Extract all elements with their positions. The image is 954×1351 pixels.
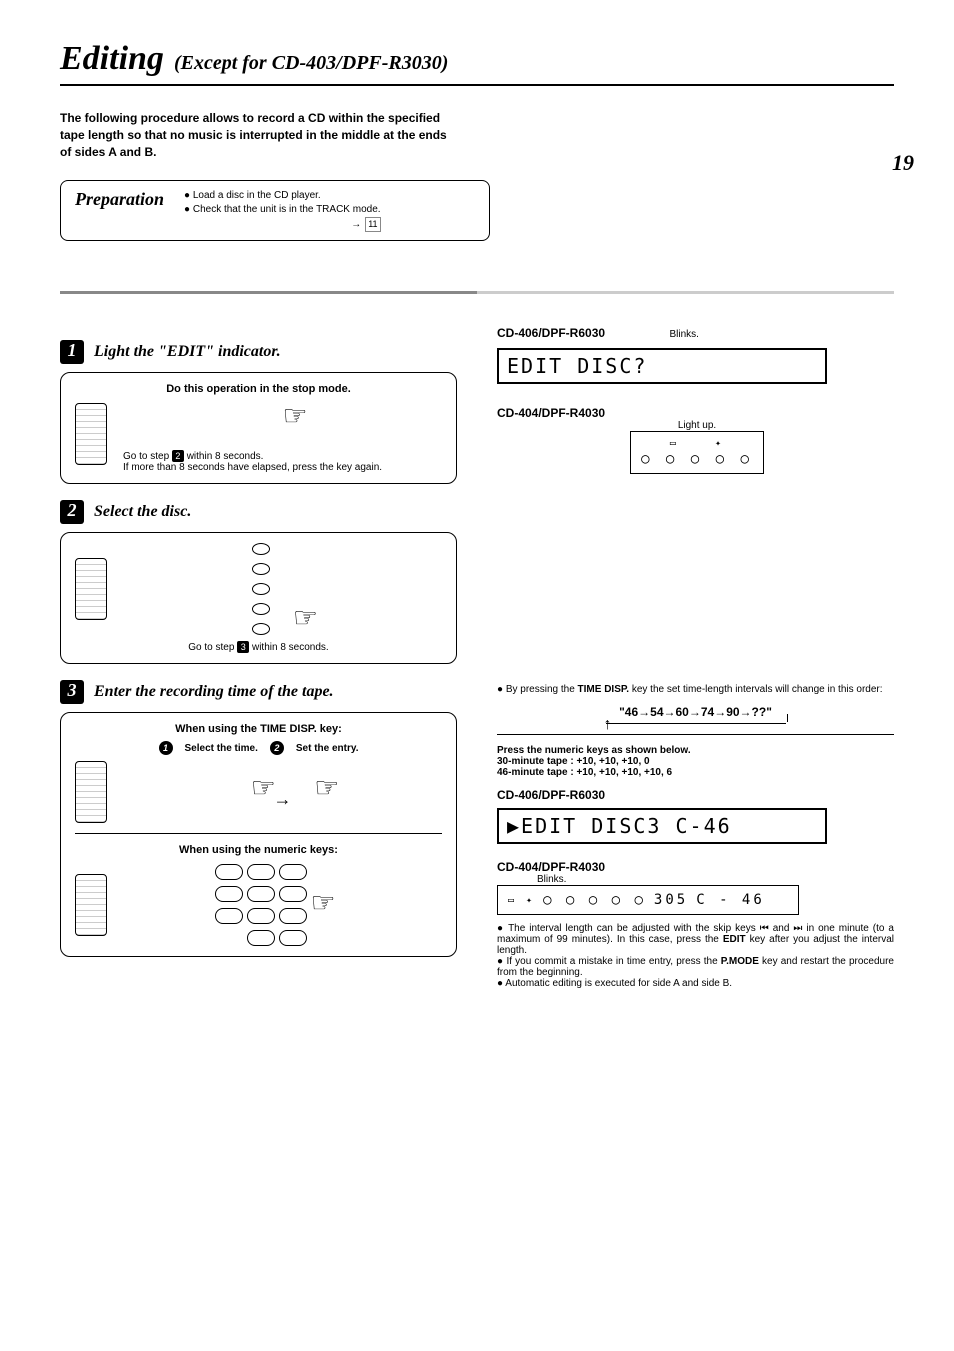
time-sequence: "46→54→60→74→90→??" [619,705,772,719]
page-title-row: Editing (Except for CD-403/DPF-R3030) [60,40,894,86]
time-disp-note: ● By pressing the TIME DISP. key the set… [497,684,894,695]
preparation-heading: Preparation [75,189,164,232]
blinks-label: Blinks. [670,329,699,340]
substep-1-label: Select the time. [185,743,258,754]
hand-press-icon [311,890,351,920]
step-1-note: Go to step 2 within 8 seconds. If more t… [123,450,442,473]
numeric-keypad-icon [215,864,305,946]
preparation-box: Preparation Load a disc in the CD player… [60,180,490,241]
remote-icon [75,761,107,823]
lightup-label: Light up. [597,420,797,431]
display-num: 305 [654,892,688,908]
bullet-3: ● Automatic editing is executed for side… [497,978,894,989]
hand-press-icon [294,775,334,805]
step-1-title: Light the "EDIT" indicator. [94,343,281,361]
step-ref-badge-2: 2 [172,450,184,462]
preparation-list: Load a disc in the CD player. Check that… [184,189,381,232]
display-edit-disc3: ▶EDIT DISC3 C-46 [497,808,827,844]
step-2-note: Go to step 3 within 8 seconds. [75,641,442,653]
model-label-3: CD-406/DPF-R6030 [497,788,894,802]
ref-page-box: 11 [365,217,380,232]
step-1-badge: 1 [60,340,84,364]
hand-press-icon [231,775,271,805]
display-c46: C - 46 [696,892,765,908]
led-dots: ○ ○ ○ ○ ○ [543,892,646,908]
substep-2-label: Set the entry. [296,743,359,754]
display-edit-disc: EDIT DISC? [497,348,827,384]
blinks-label-2: Blinks. [537,874,894,885]
remote-icon [75,874,107,936]
ref-arrow: → [351,219,361,230]
prep-item-1: Load a disc in the CD player. [184,189,381,203]
step-2-header: 2 Select the disc. [60,500,457,524]
led-dots-icon [641,451,753,467]
step-3-badge: 3 [60,680,84,704]
remote-icon [75,558,107,620]
step-3-time-heading: When using the TIME DISP. key: [75,723,442,735]
display-panel-4030: ▭ ✦ ○ ○ ○ ○ ○ 305 C - 46 [497,885,799,915]
disc-buttons-icon [252,543,270,635]
tape-46: 46-minute tape : +10, +10, +10, +10, 6 [497,767,894,778]
substep-2-badge: 2 [270,741,284,755]
title-main: Editing [60,40,164,78]
substep-1-badge: 1 [159,741,173,755]
hand-press-icon [263,403,303,433]
step-1-header: 1 Light the "EDIT" indicator. [60,340,457,364]
step-2-box: Go to step 3 within 8 seconds. [60,532,457,664]
model-label-2: CD-404/DPF-R4030 [497,406,894,420]
step-1-instruction: Do this operation in the stop mode. [75,383,442,395]
step-1-box: Do this operation in the stop mode. Go t… [60,372,457,484]
bullet-2: ● If you commit a mistake in time entry,… [497,956,894,978]
section-divider [60,291,894,294]
model-label-1: CD-406/DPF-R6030 [497,326,605,340]
page-number: 19 [892,150,914,176]
step-3-box: When using the TIME DISP. key: 1 Select … [60,712,457,957]
step-ref-badge-3: 3 [237,641,249,653]
step-3-header: 3 Enter the recording time of the tape. [60,680,457,704]
divider [75,833,442,834]
model-label-4: CD-404/DPF-R4030 [497,860,894,874]
divider [497,734,894,735]
step-3-numeric-heading: When using the numeric keys: [75,844,442,856]
intro-text: The following procedure allows to record… [60,110,460,160]
hand-press-icon [273,605,313,635]
bullet-1: ● The interval length can be adjusted wi… [497,923,894,956]
prep-item-2: Check that the unit is in the TRACK mode… [184,203,381,217]
remote-icon [75,403,107,465]
tape-30: 30-minute tape : +10, +10, +10, 0 [497,756,894,767]
step-2-title: Select the disc. [94,503,191,521]
step-3-title: Enter the recording time of the tape. [94,683,334,701]
step-2-badge: 2 [60,500,84,524]
display-panel-small: ▭ ✦ [630,431,764,474]
display-model-1: CD-406/DPF-R6030 Blinks. [497,324,894,342]
title-sub: (Except for CD-403/DPF-R3030) [174,52,448,75]
numeric-press-heading: Press the numeric keys as shown below. [497,745,894,756]
prep-ref: → 11 [184,217,381,232]
